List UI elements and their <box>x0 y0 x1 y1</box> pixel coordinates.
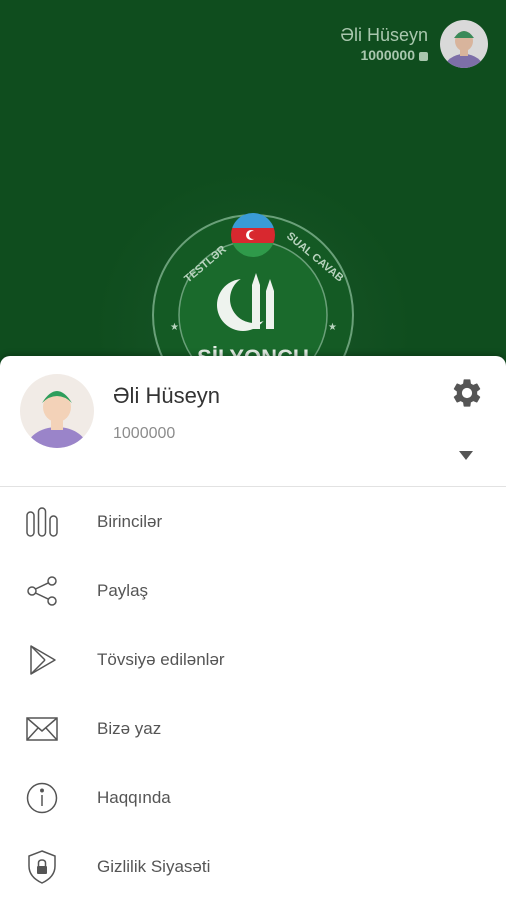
svg-text:★: ★ <box>170 322 179 333</box>
top-user-score: 1000000 <box>340 46 428 64</box>
drawer-menu: Birincilər Paylaş Tövsiyə edilənlər Bizə… <box>0 487 506 900</box>
drawer-user-name: Əli Hüseyn <box>113 383 221 408</box>
menu-item-about[interactable]: Haqqında <box>0 763 506 832</box>
app-logo: TESTLƏR SUAL CAVAB ★ ★ ŞİLYONÇU <box>152 213 354 375</box>
drawer-header: Əli Hüseyn 1000000 <box>0 356 506 487</box>
drawer-avatar[interactable] <box>20 374 94 448</box>
privacy-lock-icon <box>24 849 60 885</box>
info-icon <box>24 780 60 816</box>
menu-item-recommended[interactable]: Tövsiyə edilənlər <box>0 625 506 694</box>
top-user-score-value: 1000000 <box>360 47 415 63</box>
leaderboard-icon <box>24 504 60 540</box>
avatar-icon <box>20 374 94 448</box>
menu-label-share: Paylaş <box>97 580 149 600</box>
play-store-icon <box>24 642 60 678</box>
navigation-drawer: Əli Hüseyn 1000000 Birincilər Paylaş Töv… <box>0 356 506 900</box>
top-user-name: Əli Hüseyn <box>340 25 428 45</box>
avatar-icon <box>440 20 488 68</box>
menu-label-privacy: Gizlilik Siyasəti <box>97 856 211 876</box>
drawer-user-score: 1000000 <box>113 425 176 442</box>
svg-text:★: ★ <box>328 322 337 333</box>
menu-item-leaderboard[interactable]: Birincilər <box>0 487 506 556</box>
top-user-profile[interactable]: Əli Hüseyn 1000000 <box>340 18 488 70</box>
share-icon <box>24 573 60 609</box>
dropdown-arrow-icon[interactable] <box>459 451 473 461</box>
top-avatar[interactable] <box>440 20 488 68</box>
menu-item-contact[interactable]: Bizə yaz <box>0 694 506 763</box>
menu-label-recommended: Tövsiyə edilənlər <box>97 649 225 669</box>
menu-label-contact: Bizə yaz <box>97 718 162 738</box>
coin-icon <box>419 51 428 61</box>
menu-item-share[interactable]: Paylaş <box>0 556 506 625</box>
menu-label-about: Haqqında <box>97 787 171 807</box>
menu-label-leaderboard: Birincilər <box>97 511 163 531</box>
mail-icon <box>24 711 60 747</box>
menu-item-privacy[interactable]: Gizlilik Siyasəti <box>0 832 506 900</box>
gear-icon[interactable] <box>450 376 484 410</box>
